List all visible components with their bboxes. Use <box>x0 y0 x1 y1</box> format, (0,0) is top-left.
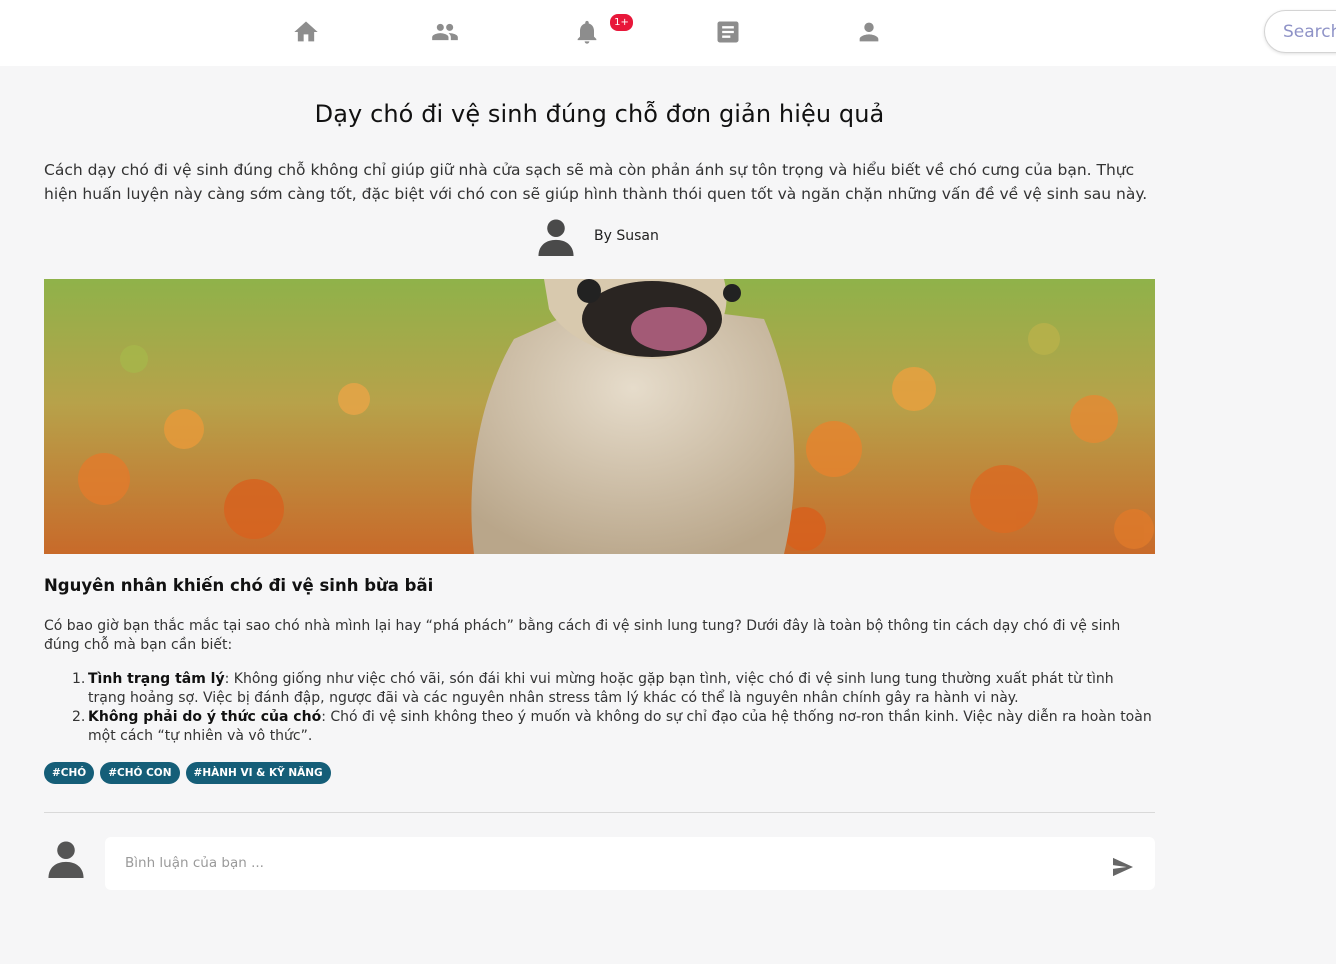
tag-cho-con[interactable]: #CHÓ CON <box>100 762 180 784</box>
divider <box>44 812 1155 813</box>
tag-list: #CHÓ #CHÓ CON #HÀNH VI & KỸ NĂNG <box>44 762 331 784</box>
list-item-title: Tình trạng tâm lý <box>88 671 225 687</box>
list-number: 1. <box>72 671 86 687</box>
list-item: 1. Tình trạng tâm lý: Không giống như vi… <box>72 670 1155 708</box>
article-lead: Cách dạy chó đi vệ sinh đúng chỗ không c… <box>44 161 1148 203</box>
list-item: 2. Không phải do ý thức của chó: Chó đi v… <box>72 708 1155 746</box>
comment-box <box>105 837 1155 890</box>
search-input[interactable] <box>1264 10 1336 53</box>
friends-icon[interactable] <box>431 18 459 46</box>
list-item-title: Không phải do ý thức của chó <box>88 709 322 725</box>
cause-list: 1. Tình trạng tâm lý: Không giống như vi… <box>72 670 1155 746</box>
top-navigation-bar: 1+ <box>0 0 1336 66</box>
section-heading: Nguyên nhân khiến chó đi vệ sinh bừa bãi <box>44 576 434 595</box>
article-icon[interactable] <box>714 18 742 46</box>
tag-cho[interactable]: #CHÓ <box>44 762 95 784</box>
author-avatar-icon <box>538 218 574 258</box>
commenter-avatar-icon <box>48 840 84 882</box>
article-title: Dạy chó đi vệ sinh đúng chỗ đơn giản hiệ… <box>314 100 885 128</box>
bell-icon[interactable] <box>573 18 601 46</box>
author-name: By Susan <box>594 228 659 244</box>
list-number: 2. <box>72 709 86 725</box>
notification-badge: 1+ <box>610 14 633 31</box>
article-hero-image <box>44 279 1155 554</box>
send-icon[interactable] <box>1112 857 1134 877</box>
profile-icon[interactable] <box>855 18 883 46</box>
tag-hanh-vi-ky-nang[interactable]: #HÀNH VI & KỸ NĂNG <box>185 762 331 784</box>
home-icon[interactable] <box>292 18 320 46</box>
section-paragraph: Có bao giờ bạn thắc mắc tại sao chó nhà … <box>44 618 1121 653</box>
list-item-text: : Không giống như việc chó vãi, són đái … <box>88 671 1114 706</box>
comment-input[interactable] <box>125 851 1085 875</box>
